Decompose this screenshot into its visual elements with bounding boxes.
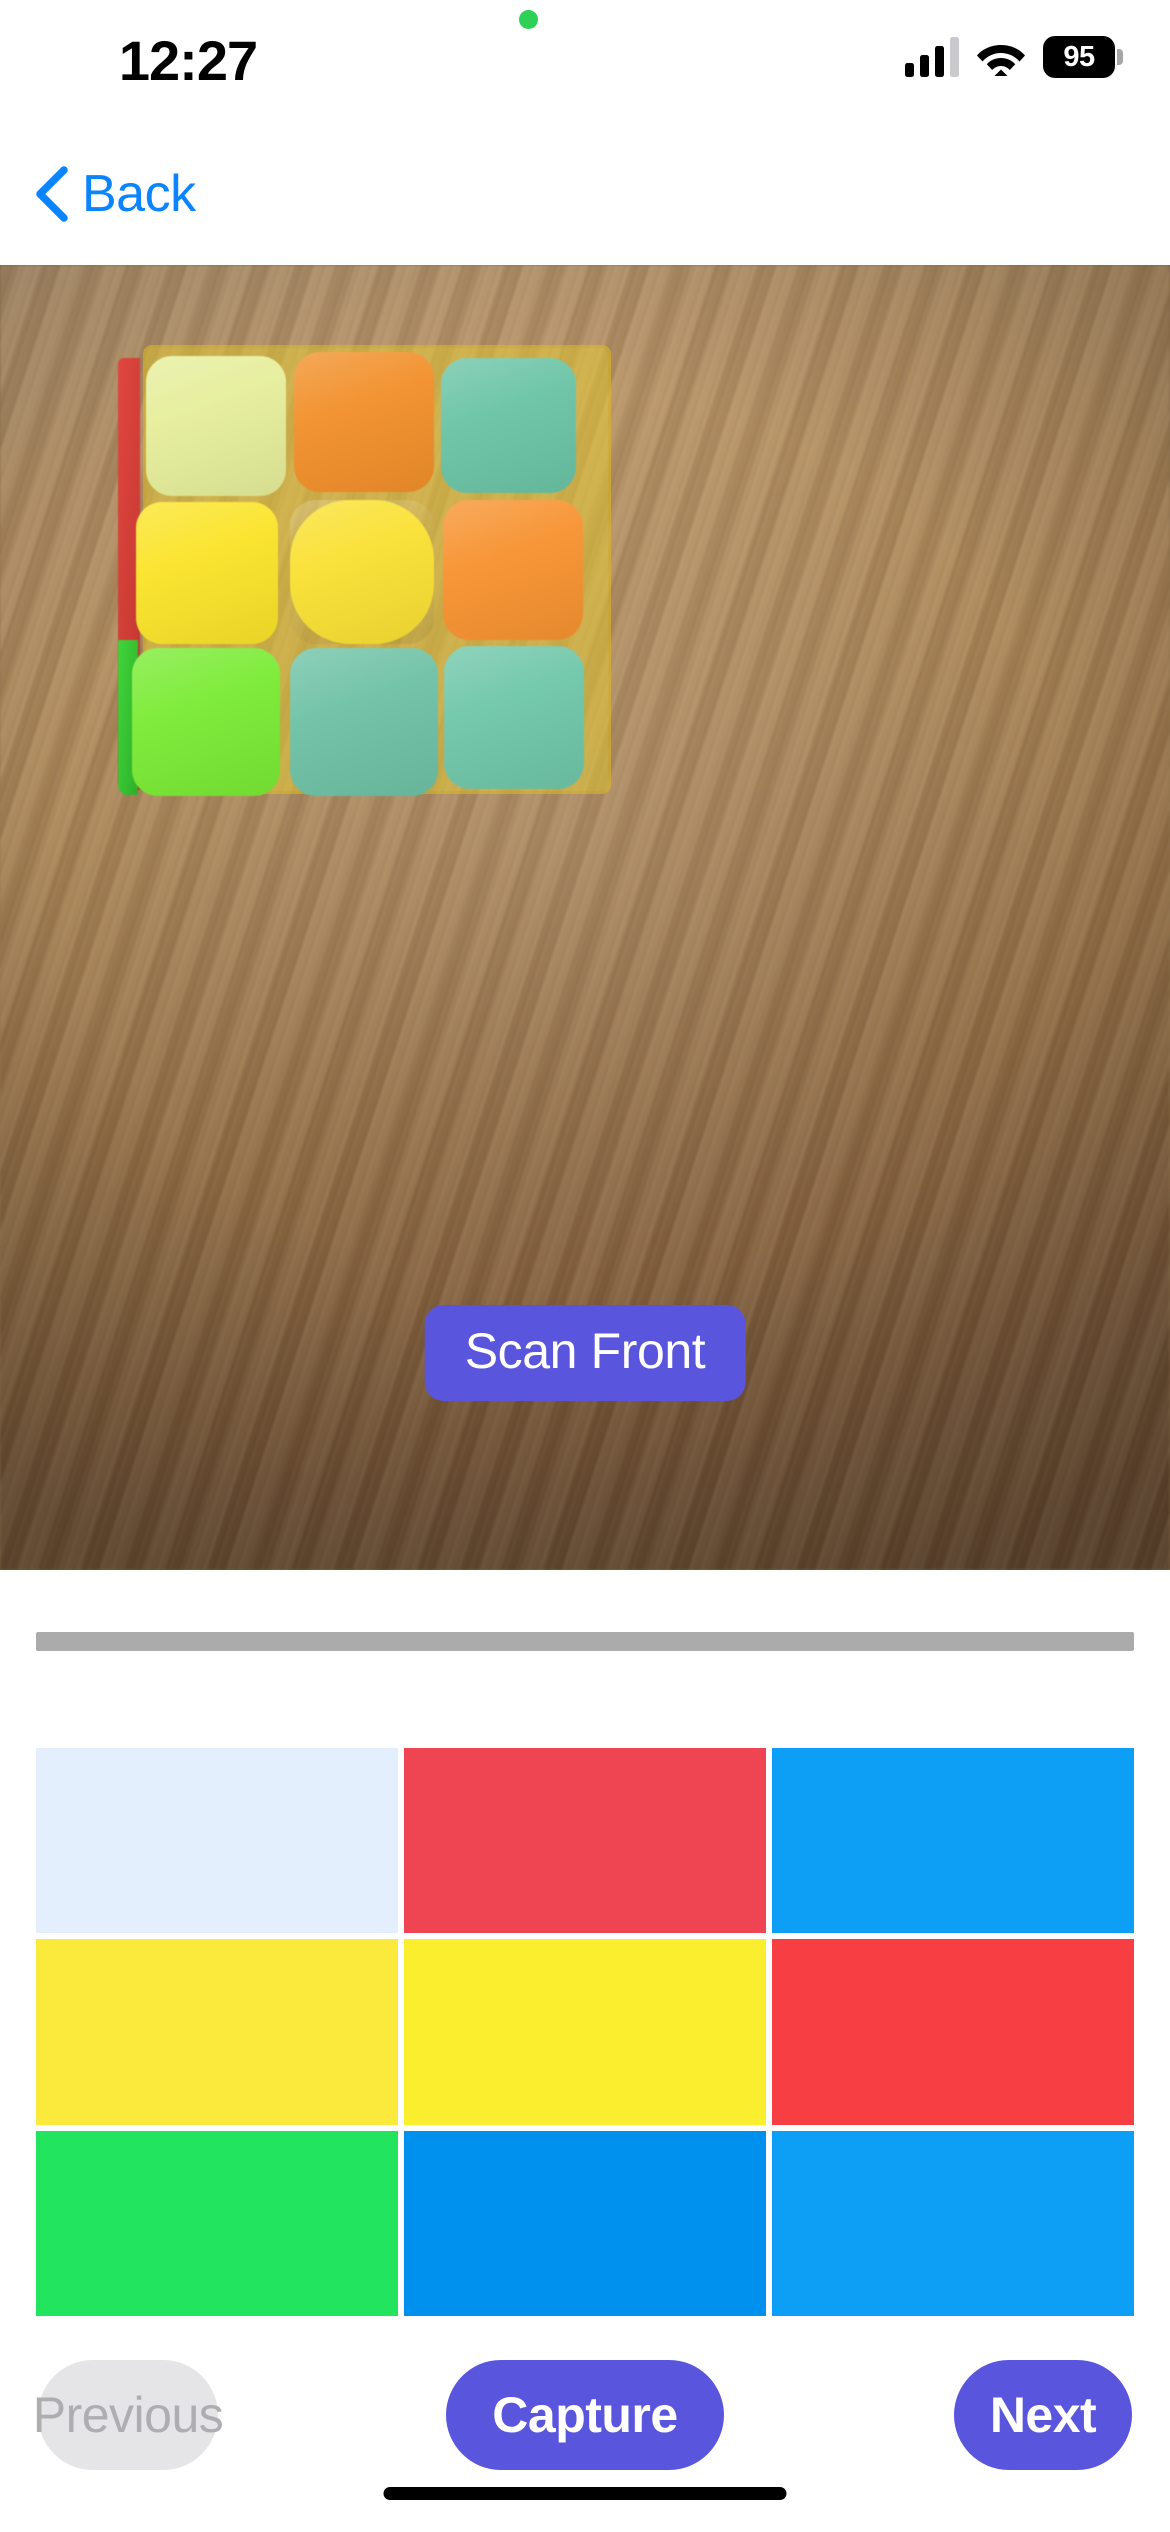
facelet-cell-7[interactable]	[404, 2130, 766, 2316]
cube-face	[118, 350, 584, 796]
battery-level-label: 95	[1063, 40, 1095, 73]
scanned-face-grid	[36, 1748, 1134, 2316]
scan-front-badge: Scan Front	[424, 1305, 746, 1401]
cube-sticker-middle-center	[290, 500, 434, 644]
facelet-cell-8[interactable]	[772, 2130, 1134, 2316]
cellular-signal-icon	[905, 37, 959, 77]
wifi-icon	[977, 45, 1025, 76]
facelet-cell-1[interactable]	[404, 1748, 766, 1934]
facelet-cell-6[interactable]	[36, 2130, 398, 2316]
camera-preview[interactable]: Scan Front	[0, 265, 1170, 1570]
sheet-grabber-handle[interactable]	[36, 1632, 1134, 1651]
cube-sticker-top-left	[146, 356, 286, 496]
cube-sticker-bottom-center	[290, 648, 438, 796]
back-button-label: Back	[82, 165, 196, 223]
facelet-cell-2[interactable]	[772, 1748, 1134, 1934]
chevron-left-icon	[36, 166, 68, 222]
cube-sticker-middle-right	[443, 500, 583, 640]
action-button-row: Previous Capture Next	[0, 2360, 1170, 2480]
home-indicator	[383, 2487, 787, 2500]
next-button[interactable]: Next	[954, 2360, 1132, 2470]
facelet-cell-5[interactable]	[772, 1939, 1134, 2125]
capture-button[interactable]: Capture	[446, 2360, 724, 2470]
status-bar-icons: 95	[905, 28, 1123, 86]
status-bar-time: 12:27	[118, 29, 258, 92]
facelet-cell-3[interactable]	[36, 1939, 398, 2125]
status-bar: 12:27 95	[0, 0, 1170, 140]
previous-button[interactable]: Previous	[33, 2360, 224, 2470]
cube-sticker-middle-left	[136, 502, 278, 644]
cube-sticker-bottom-left	[132, 648, 280, 796]
cube-sticker-top-right	[441, 358, 576, 493]
bottom-sheet: Previous Capture Next	[0, 1570, 1170, 2532]
battery-icon: 95	[1043, 36, 1123, 78]
rubiks-cube	[118, 348, 608, 796]
facelet-cell-0[interactable]	[36, 1748, 398, 1934]
cube-sticker-top-center	[294, 352, 434, 492]
cube-sticker-bottom-right	[444, 646, 584, 789]
navigation-bar: Back	[0, 150, 1170, 265]
facelet-cell-4[interactable]	[404, 1939, 766, 2125]
back-button[interactable]: Back	[22, 158, 208, 230]
recording-indicator-dot	[519, 10, 538, 29]
